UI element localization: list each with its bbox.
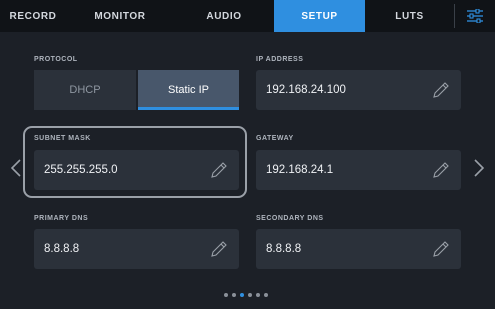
protocol-static-ip-option[interactable]: Static IP <box>138 70 239 110</box>
page-dot[interactable] <box>232 293 236 297</box>
page-dot[interactable] <box>264 293 268 297</box>
subnet-mask-label: SUBNET MASK <box>34 135 91 142</box>
page-dot[interactable] <box>224 293 228 297</box>
sliders-icon <box>467 9 483 23</box>
ip-address-label: IP ADDRESS <box>256 56 304 63</box>
tab-monitor[interactable]: MONITOR <box>66 0 174 32</box>
subnet-mask-field[interactable]: 255.255.255.0 <box>34 150 239 190</box>
gateway-field[interactable]: 192.168.24.1 <box>256 150 461 190</box>
page-indicator <box>224 293 268 297</box>
page-dot-current[interactable] <box>240 293 244 297</box>
page-dot[interactable] <box>256 293 260 297</box>
ip-address-value: 192.168.24.100 <box>266 84 346 96</box>
chevron-left-icon <box>11 159 21 177</box>
tab-record[interactable]: RECORD <box>0 0 66 32</box>
primary-dns-field[interactable]: 8.8.8.8 <box>34 229 239 269</box>
secondary-dns-field[interactable]: 8.8.8.8 <box>256 229 461 269</box>
tab-luts[interactable]: LUTS <box>365 0 454 32</box>
secondary-dns-label: SECONDARY DNS <box>256 215 324 222</box>
tab-setup[interactable]: SETUP <box>274 0 365 32</box>
pencil-icon[interactable] <box>431 239 451 259</box>
next-page-button[interactable] <box>471 156 487 180</box>
previous-page-button[interactable] <box>8 156 24 180</box>
chevron-right-icon <box>474 159 484 177</box>
secondary-dns-value: 8.8.8.8 <box>266 243 302 255</box>
pencil-icon[interactable] <box>209 160 229 180</box>
subnet-mask-value: 255.255.255.0 <box>44 164 118 176</box>
page-dot[interactable] <box>248 293 252 297</box>
tab-audio[interactable]: AUDIO <box>174 0 274 32</box>
protocol-label: PROTOCOL <box>34 56 78 63</box>
primary-dns-value: 8.8.8.8 <box>44 243 80 255</box>
pencil-icon[interactable] <box>431 160 451 180</box>
gateway-label: GATEWAY <box>256 135 294 142</box>
pencil-icon[interactable] <box>431 80 451 100</box>
primary-dns-label: PRIMARY DNS <box>34 215 89 222</box>
selected-indicator <box>138 107 239 110</box>
gateway-value: 192.168.24.1 <box>266 164 334 176</box>
protocol-dhcp-option[interactable]: DHCP <box>34 70 136 110</box>
pencil-icon[interactable] <box>209 239 229 259</box>
settings-menu-button[interactable] <box>455 0 495 32</box>
top-tab-bar: RECORD MONITOR AUDIO SETUP LUTS <box>0 0 495 32</box>
ip-address-field[interactable]: 192.168.24.100 <box>256 70 461 110</box>
